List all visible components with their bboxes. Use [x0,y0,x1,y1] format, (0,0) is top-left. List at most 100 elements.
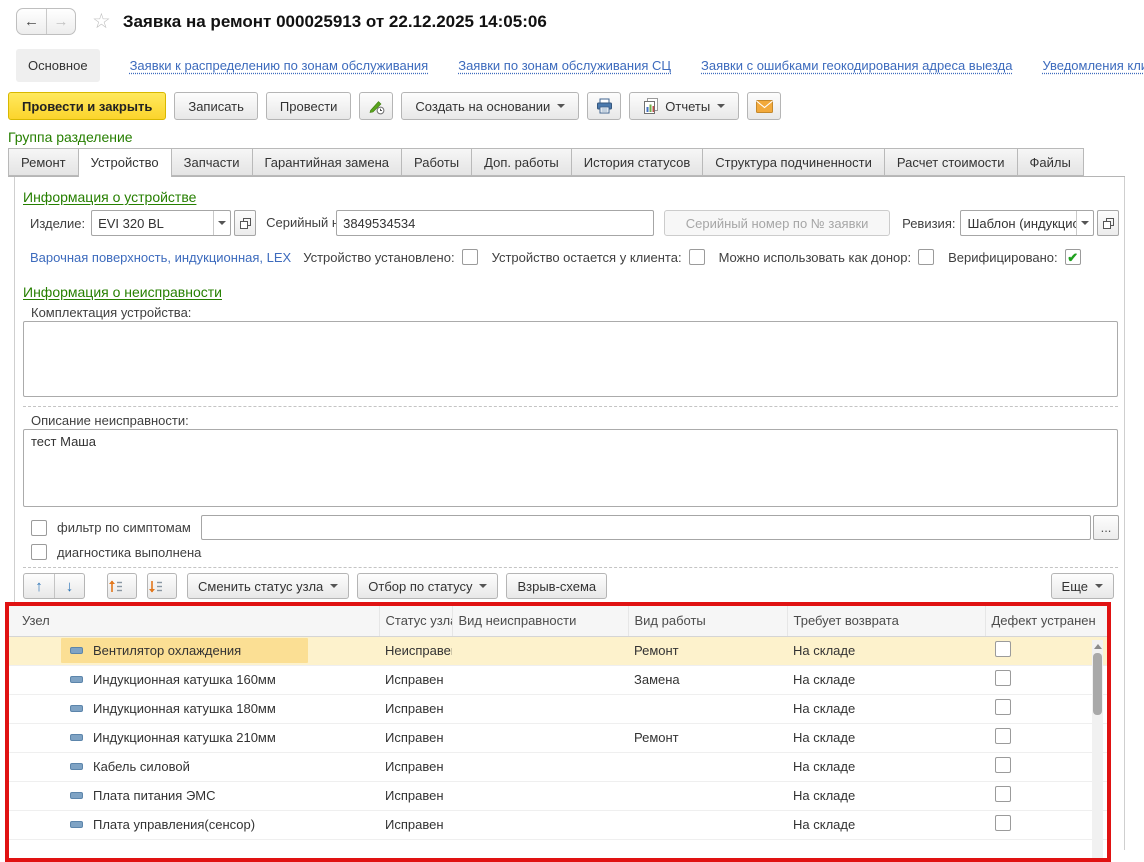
nav-item-main[interactable]: Основное [16,49,100,82]
node-work-type: Ремонт [628,723,787,752]
defect-fixed-checkbox[interactable] [995,641,1011,657]
nav-link-service-zones[interactable]: Заявки по зонам обслуживания СЦ [458,58,671,73]
defect-fixed-checkbox[interactable] [995,699,1011,715]
tab-warranty-replacement[interactable]: Гарантийная замена [252,148,402,176]
save-button[interactable]: Записать [174,92,258,120]
window-header: ← → ☆ Заявка на ремонт 000025913 от 22.1… [16,8,547,35]
node-work-type [628,752,787,781]
checkbox-group-installed: Устройство установлено: [303,249,477,265]
table-row[interactable]: Индукционная катушка 160мм Исправен Заме… [9,665,1107,694]
symptom-filter-ellipsis-button[interactable]: ... [1093,515,1119,540]
product-label: Изделие: [30,216,85,231]
report-doc-icon [643,98,659,114]
reports-button[interactable]: Отчеты [629,92,739,120]
node-name: Индукционная катушка 180мм [93,701,276,716]
node-fault-type [452,694,628,723]
table-scrollbar[interactable] [1092,640,1103,858]
node-return-state: На складе [787,781,985,810]
separation-group-link[interactable]: Группа разделение [8,129,133,145]
table-row[interactable]: Плата управления(сенсор) Исправен На скл… [9,810,1107,839]
filter-by-status-button[interactable]: Отбор по статусу [357,573,498,599]
history-nav: ← → [16,8,76,35]
column-header-fault-type[interactable]: Вид неисправности [452,606,628,636]
device-stays-checkbox[interactable] [689,249,705,265]
table-row[interactable]: Плата питания ЭМС Исправен На складе [9,781,1107,810]
equipment-textarea[interactable] [23,321,1118,397]
serial-input[interactable]: 3849534534 [336,210,654,236]
move-up-button[interactable]: ↑ [24,574,54,598]
product-type-link[interactable]: Варочная поверхность, индукционная, LEX [30,250,291,265]
tab-subordination[interactable]: Структура подчиненности [702,148,885,176]
mail-button[interactable] [747,92,781,120]
defect-fixed-checkbox[interactable] [995,728,1011,744]
defect-fixed-checkbox[interactable] [995,786,1011,802]
create-based-on-button[interactable]: Создать на основании [401,92,579,120]
tab-cost-calc[interactable]: Расчет стоимости [884,148,1018,176]
column-header-node[interactable]: Узел [9,606,379,636]
defect-fixed-checkbox[interactable] [995,815,1011,831]
node-return-state: На складе [787,723,985,752]
row-marker-icon [70,821,83,828]
node-name: Плата управления(сенсор) [93,817,255,832]
nav-link-distribution-zones[interactable]: Заявки к распределению по зонам обслужив… [130,58,429,73]
nodes-table: Узел Статус узла Вид неисправности Вид р… [9,606,1107,840]
scrollbar-thumb[interactable] [1093,653,1102,715]
post-button[interactable]: Провести [266,92,352,120]
post-and-close-button[interactable]: Провести и закрыть [8,92,166,120]
fault-description-textarea[interactable]: тест Маша [23,429,1118,507]
favorite-star-icon[interactable]: ☆ [92,11,111,32]
tab-files[interactable]: Файлы [1017,148,1084,176]
defect-fixed-checkbox[interactable] [995,757,1011,773]
sort-descending-button[interactable] [147,573,177,599]
node-work-type: Ремонт [628,636,787,665]
move-down-button[interactable]: ↓ [54,574,84,598]
chevron-down-icon[interactable] [213,211,230,235]
device-info-section-title[interactable]: Информация о устройстве [23,189,196,205]
donor-checkbox[interactable] [918,249,934,265]
forward-button[interactable]: → [46,9,75,34]
scroll-up-icon[interactable] [1092,640,1103,652]
node-status: Исправен [379,752,452,781]
nav-link-client-notifications[interactable]: Уведомления клиентам о и [1042,58,1144,73]
symptom-filter-checkbox[interactable] [31,520,47,536]
chevron-down-icon[interactable] [1076,211,1093,235]
more-button[interactable]: Еще [1051,573,1114,599]
tab-spares[interactable]: Запчасти [171,148,253,176]
table-row[interactable]: Индукционная катушка 180мм Исправен На с… [9,694,1107,723]
row-marker-icon [70,792,83,799]
column-header-work-type[interactable]: Вид работы [628,606,787,636]
column-header-defect-fixed[interactable]: Дефект устранен [985,606,1107,636]
column-header-return[interactable]: Требует возврата [787,606,985,636]
node-status: Исправен [379,723,452,752]
tab-status-history[interactable]: История статусов [571,148,704,176]
node-name: Плата питания ЭМС [93,788,216,803]
sort-ascending-button[interactable] [107,573,137,599]
tab-works[interactable]: Работы [401,148,472,176]
fault-info-section-title[interactable]: Информация о неисправности [23,284,222,300]
tab-strip: Ремонт Устройство Запчасти Гарантийная з… [8,148,1083,177]
node-return-state: На складе [787,665,985,694]
change-node-status-button[interactable]: Сменить статус узла [187,573,349,599]
column-header-status[interactable]: Статус узла [379,606,452,636]
product-open-button[interactable] [234,210,256,236]
tab-extra-works[interactable]: Доп. работы [471,148,572,176]
print-button[interactable] [587,92,621,120]
tab-device[interactable]: Устройство [78,148,172,177]
table-row[interactable]: Индукционная катушка 210мм Исправен Ремо… [9,723,1107,752]
post-document-button[interactable] [359,92,393,120]
symptom-filter-input[interactable] [201,515,1091,540]
revision-combo[interactable]: Шаблон (индукционная [960,210,1094,236]
diagnostics-done-checkbox[interactable] [31,544,47,560]
chevron-down-icon [1095,584,1103,592]
back-button[interactable]: ← [17,9,46,34]
table-row[interactable]: Кабель силовой Исправен На складе [9,752,1107,781]
revision-open-button[interactable] [1097,210,1119,236]
defect-fixed-checkbox[interactable] [995,670,1011,686]
table-row[interactable]: Вентилятор охлаждения Неисправен Ремонт … [9,636,1107,665]
tab-repair[interactable]: Ремонт [8,148,79,176]
explode-scheme-button[interactable]: Взрыв-схема [506,573,607,599]
nav-link-geocoding-errors[interactable]: Заявки с ошибками геокодирования адреса … [701,58,1012,73]
product-combo[interactable]: EVI 320 BL [91,210,231,236]
device-installed-checkbox[interactable] [462,249,478,265]
verified-checkbox[interactable] [1065,249,1081,265]
